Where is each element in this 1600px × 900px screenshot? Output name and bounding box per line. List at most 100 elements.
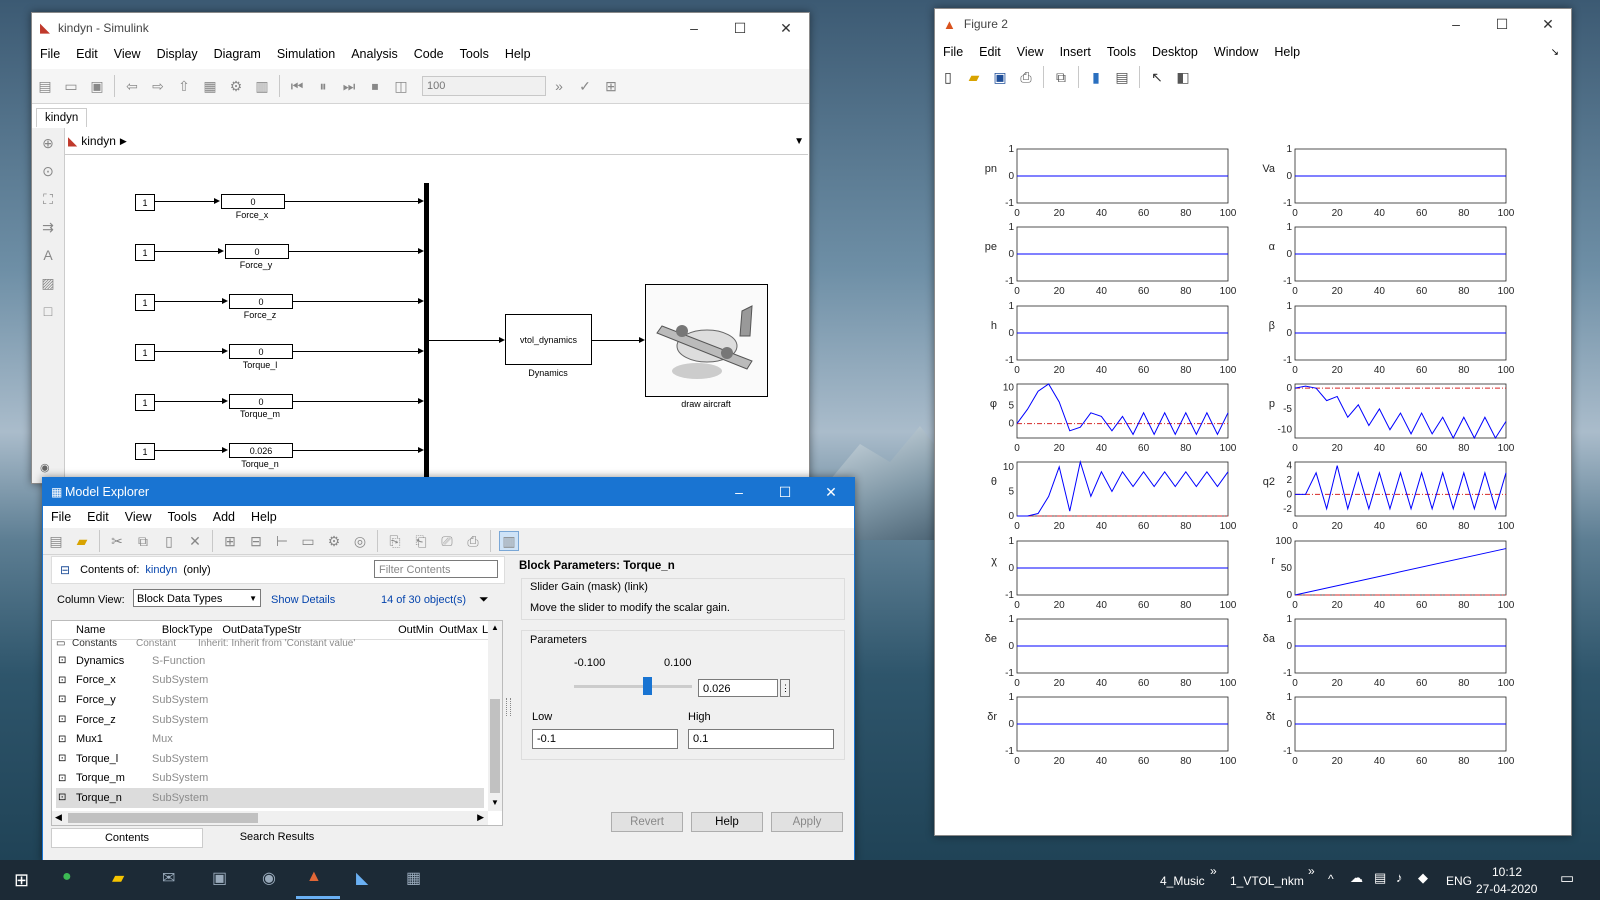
menu-help[interactable]: Help — [1274, 45, 1300, 59]
menu-tools[interactable]: Tools — [168, 510, 197, 524]
minimize-button[interactable]: – — [671, 13, 717, 43]
col-blocktype[interactable]: BlockType — [162, 624, 223, 636]
filter-contents-input[interactable]: Filter Contents — [374, 560, 498, 578]
scroll-right-icon[interactable]: ▶ — [477, 812, 484, 823]
colorbar-icon[interactable]: ▮ — [1087, 68, 1105, 86]
open-file-icon[interactable]: ▰ — [965, 68, 983, 86]
constant-block[interactable]: 1 — [135, 244, 155, 261]
low-input[interactable]: -0.1 — [532, 729, 678, 749]
menu-edit[interactable]: Edit — [76, 47, 98, 61]
legend-icon[interactable]: ▤ — [1113, 68, 1131, 86]
dictionary-icon[interactable]: ⎙ — [464, 532, 482, 550]
zoom-icon[interactable]: ⊙ — [39, 162, 57, 180]
more-options-icon[interactable]: ⋮ — [780, 679, 790, 697]
mux-block[interactable] — [424, 183, 429, 481]
subplot-axes[interactable] — [1294, 383, 1507, 439]
chevron-icon[interactable]: » — [1308, 864, 1315, 878]
slider-gain-block[interactable]: 0 — [229, 344, 293, 359]
matlab-taskbar-icon[interactable]: ▲ — [306, 868, 322, 886]
funnel-filter-icon[interactable]: ⏷ — [479, 592, 489, 607]
minimize-button[interactable]: – — [1433, 9, 1479, 39]
scroll-thumb[interactable] — [68, 813, 258, 823]
hierarchy-icon[interactable]: ⊟ — [247, 532, 265, 550]
col-outmin[interactable]: OutMin — [398, 624, 439, 636]
hide-explorer-icon[interactable]: ⊕ — [39, 134, 57, 152]
pointer-icon[interactable]: ↖ — [1148, 68, 1166, 86]
plot-area[interactable]: 0 20 40 60 80 10010-1pn0 20 40 60 80 10010-1Va0 20 4… — [935, 95, 1571, 825]
notification-icon[interactable]: ▭ — [1560, 869, 1574, 887]
stop-icon[interactable]: ⏹ — [366, 77, 384, 95]
plot-tools-icon[interactable]: ◧ — [1174, 68, 1192, 86]
gain-slider[interactable] — [574, 677, 692, 695]
menu-edit[interactable]: Edit — [979, 45, 1001, 59]
tab-search-results[interactable]: Search Results — [203, 828, 351, 846]
menu-code[interactable]: Code — [414, 47, 444, 61]
cloud-icon[interactable]: ☁ — [1350, 870, 1363, 886]
table-row[interactable]: ⊡ Force_x SubSystem — [56, 671, 484, 691]
constant-block[interactable]: 1 — [135, 344, 155, 361]
tray-up-icon[interactable]: ^ — [1328, 872, 1334, 886]
print-icon[interactable]: ⎙ — [1017, 68, 1035, 86]
new-model-icon[interactable]: ▤ — [36, 77, 54, 95]
vtol-dynamics-block[interactable]: vtol_dynamics — [505, 314, 592, 365]
windows-start-icon[interactable]: ⊞ — [14, 870, 29, 891]
fit-view-icon[interactable]: ⛶ — [39, 190, 57, 208]
table-row[interactable]: ⊡ Torque_l SubSystem — [56, 749, 484, 769]
column-view-select[interactable]: Block Data Types ▼ — [133, 589, 261, 607]
scroll-up-icon[interactable]: ▲ — [491, 623, 499, 632]
more-chevron-icon[interactable]: » — [550, 77, 568, 95]
explorer-taskbar-icon[interactable]: ▦ — [406, 868, 421, 888]
col-name[interactable]: Name — [76, 624, 162, 636]
high-input[interactable]: 0.1 — [688, 729, 834, 749]
slider-gain-block[interactable]: 0 — [221, 194, 285, 209]
col-outmax[interactable]: OutMax — [439, 624, 482, 636]
pause-icon[interactable]: ⏸ — [314, 77, 332, 95]
check-icon[interactable]: ✓ — [576, 77, 594, 95]
dropbox-icon[interactable]: ◆ — [1418, 870, 1428, 886]
paste-icon[interactable]: ▯ — [160, 532, 178, 550]
menu-simulation[interactable]: Simulation — [277, 47, 335, 61]
copy-icon[interactable]: ⧉ — [134, 532, 152, 550]
constant-block[interactable]: 1 — [135, 443, 155, 460]
apply-button[interactable]: Apply — [771, 812, 843, 832]
menu-view[interactable]: View — [1017, 45, 1044, 59]
search-model-icon[interactable]: ⎘ — [386, 532, 404, 550]
scroll-down-icon[interactable]: ▼ — [491, 798, 499, 807]
columns-view-icon[interactable]: ▥ — [499, 531, 519, 551]
grid-icon[interactable]: ⊞ — [602, 77, 620, 95]
slider-gain-block[interactable]: 0 — [229, 294, 293, 309]
simulink-canvas[interactable]: 1 0 Force_x 1 0 Force_y 1 0 Force_z 1 0 … — [65, 155, 805, 481]
close-button[interactable]: ✕ — [763, 13, 809, 43]
annotation-icon[interactable]: A — [39, 246, 57, 264]
constant-block[interactable]: 1 — [135, 194, 155, 211]
model-tab[interactable]: kindyn — [36, 108, 88, 127]
scroll-thumb[interactable] — [490, 699, 500, 793]
model-config-icon[interactable]: ▥ — [253, 77, 271, 95]
app-icon[interactable]: ▣ — [212, 868, 227, 888]
back-icon[interactable]: ⇦ — [123, 77, 141, 95]
menu-insert[interactable]: Insert — [1060, 45, 1091, 59]
menu-file[interactable]: File — [40, 47, 60, 61]
menu-view[interactable]: View — [114, 47, 141, 61]
new-figure-icon[interactable]: ▯ — [939, 68, 957, 86]
link-plot-icon[interactable]: ⧉ — [1052, 68, 1070, 86]
camera-icon[interactable]: ◉ — [40, 461, 50, 474]
data-icon[interactable]: ⎚ — [438, 532, 456, 550]
draw-aircraft-block[interactable] — [645, 284, 768, 397]
breadcrumb[interactable]: kindyn — [81, 134, 116, 148]
image-icon[interactable]: ▨ — [39, 274, 57, 292]
menu-help[interactable]: Help — [251, 510, 277, 524]
menu-analysis[interactable]: Analysis — [351, 47, 398, 61]
gain-value-input[interactable]: 0.026 — [698, 679, 778, 697]
table-row[interactable]: ⊡ Force_y SubSystem — [56, 690, 484, 710]
constant-block[interactable]: 1 — [135, 394, 155, 411]
table-row[interactable]: ▭ Constants Constant Inherit: Inherit fr… — [56, 638, 484, 649]
col-outdatatype[interactable]: OutDataTypeStr — [222, 624, 398, 636]
menu-add[interactable]: Add — [213, 510, 235, 524]
app-icon[interactable]: ◉ — [262, 868, 276, 888]
menu-tools[interactable]: Tools — [1107, 45, 1136, 59]
menu-edit[interactable]: Edit — [87, 510, 109, 524]
pane-splitter[interactable] — [506, 698, 511, 716]
open-icon[interactable]: ▰ — [73, 532, 91, 550]
menu-file[interactable]: File — [51, 510, 71, 524]
